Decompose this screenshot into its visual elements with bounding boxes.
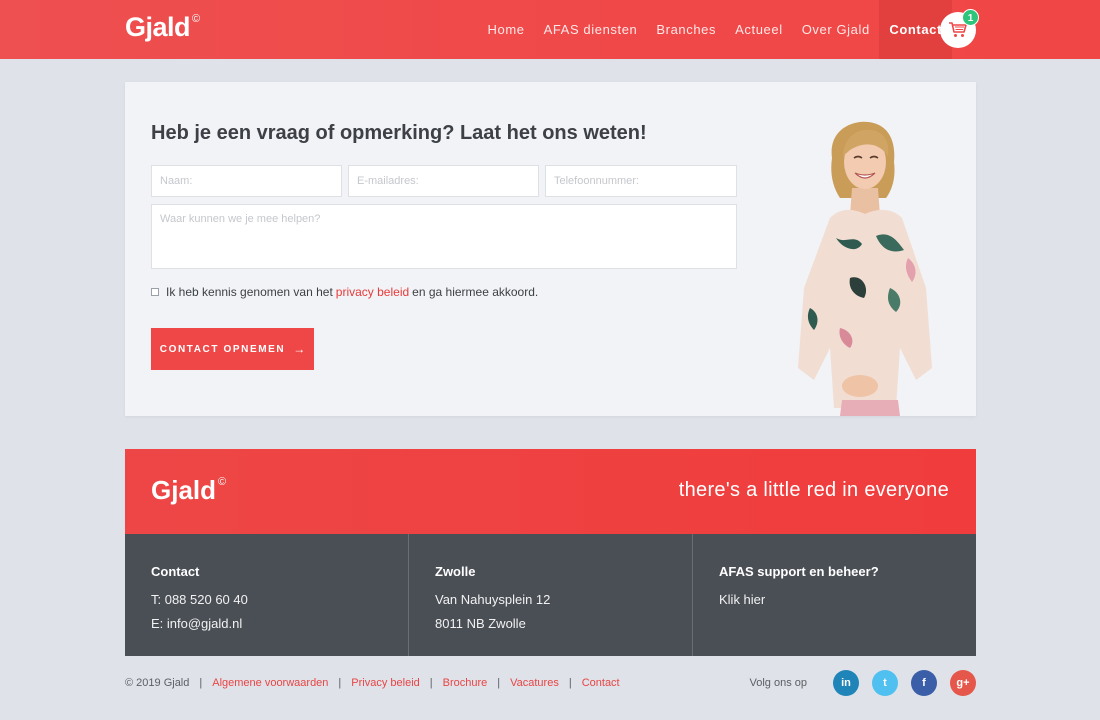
copyright-text: © 2019 Gjald: [125, 677, 190, 689]
follow-label: Volg ons op: [749, 677, 808, 689]
footer-support-title: AFAS support en beheer?: [719, 564, 879, 579]
privacy-link[interactable]: Privacy beleid: [351, 677, 419, 689]
contact-card: Heb je een vraag of opmerking? Laat het …: [125, 82, 976, 416]
footer-bottom-bar: © 2019 Gjald | Algemene voorwaarden | Pr…: [125, 670, 976, 696]
footer-contact-title: Contact: [151, 564, 200, 579]
twitter-icon[interactable]: t: [872, 670, 898, 696]
nav-item-afas-diensten[interactable]: AFAS diensten: [534, 0, 647, 59]
cart-count-badge: 1: [962, 9, 979, 26]
privacy-consent-checkbox[interactable]: [151, 288, 159, 296]
footer-logo[interactable]: Gjald ©: [151, 475, 226, 506]
nav-item-over-gjald[interactable]: Over Gjald: [792, 0, 879, 59]
contact-form-title: Heb je een vraag of opmerking? Laat het …: [151, 122, 647, 144]
footer-street: Van Nahuysplein 12: [435, 592, 551, 607]
footer-contact-column: Contact T: 088 520 60 40 E: info@gjald.n…: [125, 534, 408, 656]
nav-item-home[interactable]: Home: [478, 0, 534, 59]
footer-phone[interactable]: T: 088 520 60 40: [151, 588, 382, 612]
separator: |: [429, 677, 433, 689]
message-field[interactable]: [151, 204, 737, 269]
footer-logo-text: Gjald: [151, 475, 217, 505]
logo[interactable]: Gjald ©: [125, 12, 200, 43]
facebook-icon[interactable]: f: [911, 670, 937, 696]
footer-info: Contact T: 088 520 60 40 E: info@gjald.n…: [125, 534, 976, 656]
nav-item-actueel[interactable]: Actueel: [726, 0, 793, 59]
footer-address-column: Zwolle Van Nahuysplein 12 8011 NB Zwolle: [408, 534, 692, 656]
footer-tagline: there's a little red in everyone: [678, 479, 949, 501]
vacatures-link[interactable]: Vacatures: [510, 677, 559, 689]
name-field[interactable]: [151, 165, 342, 197]
top-navigation-bar: Gjald © Home AFAS diensten Branches Actue…: [0, 0, 1100, 59]
privacy-consent-row: Ik heb kennis genomen van het privacy be…: [151, 285, 538, 299]
footer-logo-copyright-mark: ©: [218, 476, 227, 489]
separator: |: [199, 677, 203, 689]
cart-button[interactable]: 1: [940, 9, 979, 48]
consent-text-after: en ga hiermee akkoord.: [412, 285, 539, 299]
terms-link[interactable]: Algemene voorwaarden: [212, 677, 328, 689]
contact-submit-label: CONTACT OPNEMEN: [159, 343, 286, 355]
footer-support-link[interactable]: Klik hier: [719, 588, 950, 612]
arrow-right-icon: →: [293, 342, 306, 356]
footer-contact-link[interactable]: Contact: [582, 677, 620, 689]
phone-field[interactable]: [545, 165, 737, 197]
social-follow: Volg ons op in t f g+: [749, 670, 976, 696]
separator: |: [568, 677, 572, 689]
logo-text: Gjald: [125, 12, 191, 42]
contact-person-photo: [798, 121, 932, 416]
separator: |: [497, 677, 501, 689]
footer-postcode: 8011 NB Zwolle: [435, 616, 526, 631]
shopping-cart-icon: [949, 22, 967, 37]
logo-copyright-mark: ©: [192, 13, 200, 25]
email-field[interactable]: [348, 165, 539, 197]
google-plus-icon[interactable]: g+: [950, 670, 976, 696]
linkedin-icon[interactable]: in: [833, 670, 859, 696]
footer-address-title: Zwolle: [435, 564, 476, 579]
contact-submit-button[interactable]: CONTACT OPNEMEN →: [151, 328, 314, 370]
brochure-link[interactable]: Brochure: [443, 677, 488, 689]
nav-item-branches[interactable]: Branches: [647, 0, 726, 59]
footer-banner: Gjald © there's a little red in everyone: [125, 449, 976, 534]
consent-text-before: Ik heb kennis genomen van het: [166, 285, 333, 299]
main-navigation: Home AFAS diensten Branches Actueel Over…: [478, 0, 952, 59]
separator: |: [338, 677, 342, 689]
footer-email[interactable]: E: info@gjald.nl: [151, 612, 382, 636]
privacy-policy-link[interactable]: privacy beleid: [336, 285, 409, 299]
footer-support-column: AFAS support en beheer? Klik hier: [692, 534, 976, 656]
